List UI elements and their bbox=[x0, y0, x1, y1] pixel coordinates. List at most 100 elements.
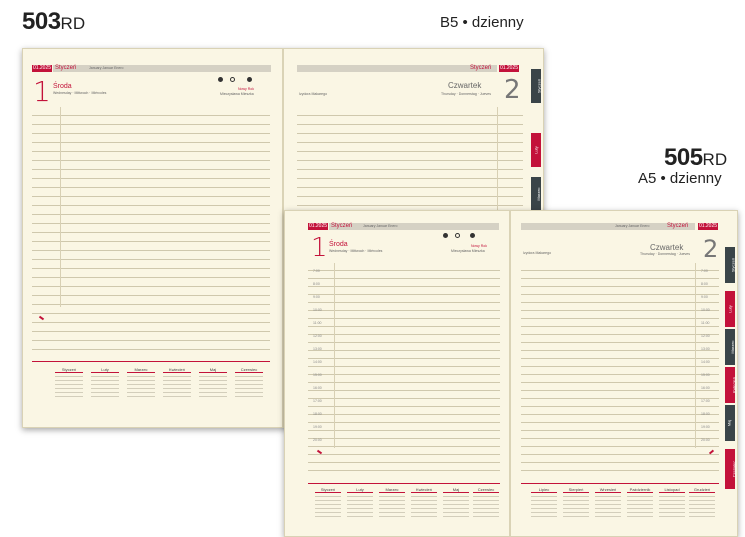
planner-a5-names-left: Mieczysława Mieszka bbox=[451, 249, 485, 253]
tab-month-3[interactable]: Marzec bbox=[531, 177, 541, 211]
tab-label: Czerwiec bbox=[731, 460, 737, 478]
planner-a5-date-chip-left: 01.2025 bbox=[308, 223, 328, 230]
tab-month-1[interactable]: Styczeń bbox=[531, 69, 542, 103]
planner-a5-hour-column-right: 7:00 8:00 9:00 10:00 11:00 12:00 13:00 1… bbox=[695, 263, 720, 448]
planner-a5-day-number-right: 2 bbox=[703, 235, 719, 263]
mini-calendar-title: Sierpień bbox=[563, 487, 589, 493]
mini-calendar-title: Luty bbox=[91, 367, 119, 373]
hour-label: 10:00 bbox=[313, 308, 322, 312]
hour-label: 7:00 bbox=[701, 269, 708, 273]
mini-calendar-title: Kwiecień bbox=[411, 487, 437, 493]
mini-calendar-title: Maj bbox=[199, 367, 227, 373]
product-505-suffix: RD bbox=[702, 150, 728, 169]
tab-label: Styczeń bbox=[536, 78, 542, 94]
hour-label: 10:00 bbox=[701, 308, 710, 312]
planner-b5-day-name-right: Czwartek bbox=[448, 81, 482, 90]
mini-calendar-grid bbox=[411, 495, 437, 517]
mini-calendar-grid bbox=[563, 495, 589, 517]
hour-label: 15:00 bbox=[313, 373, 322, 377]
mini-calendar-grid bbox=[473, 495, 499, 517]
mini-calendar-grid bbox=[595, 495, 621, 517]
planner-a5-months-other-right: January Januar Enero bbox=[615, 224, 650, 228]
mini-calendar-grid bbox=[235, 375, 263, 397]
tab-label: Styczeń bbox=[730, 257, 736, 273]
tab-label: Luty bbox=[727, 305, 733, 313]
mini-calendar-grid bbox=[315, 495, 341, 517]
mini-calendar-title: Luty bbox=[347, 487, 373, 493]
tab-label: Luty bbox=[533, 146, 539, 154]
hour-label: 11:00 bbox=[313, 321, 322, 325]
mini-calendar: Kwiecień bbox=[411, 487, 437, 519]
moon-phase-icon bbox=[455, 233, 460, 238]
hour-label: 12:00 bbox=[701, 334, 710, 338]
hour-label: 8:00 bbox=[313, 282, 320, 286]
mini-calendar-grid bbox=[127, 375, 155, 397]
hour-label: 9:00 bbox=[701, 295, 708, 299]
tab-month-6[interactable]: Czerwiec bbox=[725, 449, 737, 489]
tab-label: Marzec bbox=[730, 340, 736, 354]
product-505-number: 505 bbox=[664, 144, 703, 171]
planner-a5-day-number-left: 1 bbox=[311, 233, 328, 263]
hour-label: 20:00 bbox=[313, 438, 322, 442]
tab-month-2[interactable]: Luty bbox=[725, 291, 735, 327]
mini-calendar: Luty bbox=[91, 367, 119, 399]
hour-label: 13:00 bbox=[313, 347, 322, 351]
hour-label: 12:00 bbox=[313, 334, 322, 338]
mini-calendar-title: Październik bbox=[627, 487, 653, 493]
hour-label: 16:00 bbox=[313, 386, 322, 390]
planner-b5-day-name-left: Środa bbox=[53, 83, 72, 90]
hour-label: 18:00 bbox=[313, 412, 322, 416]
mini-calendar-title: Kwiecień bbox=[163, 367, 191, 373]
planner-a5-lines-left bbox=[308, 263, 500, 473]
mini-calendar-grid bbox=[347, 495, 373, 517]
mini-calendar: Styczeń bbox=[55, 367, 83, 399]
mini-calendar: Marzec bbox=[127, 367, 155, 399]
hour-label: 16:00 bbox=[701, 386, 710, 390]
mini-calendar-grid bbox=[199, 375, 227, 397]
planner-b5-topbar-right bbox=[297, 65, 497, 72]
planner-b5-names-left: Mieczysława Mieszka bbox=[220, 92, 254, 96]
tab-month-3[interactable]: Marzec bbox=[725, 329, 735, 365]
product-505-code: 505RD bbox=[664, 144, 727, 172]
mini-calendar: Czerwiec bbox=[235, 367, 263, 399]
tab-month-5[interactable]: Maj bbox=[725, 405, 735, 441]
hour-label: 19:00 bbox=[701, 425, 710, 429]
planner-a5-month-left: Styczeń bbox=[331, 223, 353, 229]
mini-calendar-grid bbox=[379, 495, 405, 517]
planner-a5-spine bbox=[509, 211, 511, 536]
planner-a5-months-other-left: January Januar Enero bbox=[363, 224, 398, 228]
hour-label: 7:00 bbox=[313, 269, 320, 273]
planner-a5-names-right: Izydora Makarego bbox=[523, 251, 552, 255]
mini-calendar-title: Maj bbox=[443, 487, 469, 493]
planner-a5-month-right: Styczeń bbox=[667, 223, 689, 229]
mini-calendar: Październik bbox=[627, 487, 653, 519]
product-503-code: 503RD bbox=[22, 8, 85, 36]
mini-calendar-title: Lipiec bbox=[531, 487, 557, 493]
mini-calendar: Czerwiec bbox=[473, 487, 499, 519]
tab-month-2[interactable]: Luty bbox=[531, 133, 541, 167]
tab-month-4[interactable]: Kwiecień bbox=[725, 367, 737, 403]
tab-label: Maj bbox=[726, 419, 732, 427]
planner-b5-lines-left bbox=[32, 107, 270, 352]
mini-calendar-title: Marzec bbox=[127, 367, 155, 373]
product-503-number: 503 bbox=[22, 8, 61, 35]
planner-b5-hour-column-left bbox=[32, 107, 61, 307]
mini-calendar: Luty bbox=[347, 487, 373, 519]
hour-label: 15:00 bbox=[701, 373, 710, 377]
mini-calendar-title: Czerwiec bbox=[235, 367, 263, 373]
moon-phase-icon bbox=[218, 77, 223, 82]
hour-label: 20:00 bbox=[701, 438, 710, 442]
product-503-format: B5 • dzienny bbox=[440, 14, 524, 31]
hour-label: 14:00 bbox=[701, 360, 710, 364]
hour-label: 17:00 bbox=[701, 399, 710, 403]
mini-calendar: Sierpień bbox=[563, 487, 589, 519]
planner-b5-months-other-left: January Januar Enero bbox=[89, 66, 124, 70]
mini-calendar-title: Styczeń bbox=[55, 367, 83, 373]
planner-a5-day-name-right: Czwartek bbox=[650, 243, 684, 252]
mini-calendar: Lipiec bbox=[531, 487, 557, 519]
planner-a5-day-name-left: Środa bbox=[329, 241, 348, 248]
hour-label: 17:00 bbox=[313, 399, 322, 403]
planner-a5: 01.2025 Styczeń January Januar Enero 1 Ś… bbox=[284, 210, 738, 537]
tab-month-1[interactable]: Styczeń bbox=[725, 247, 736, 283]
mini-calendar-grid bbox=[55, 375, 83, 397]
